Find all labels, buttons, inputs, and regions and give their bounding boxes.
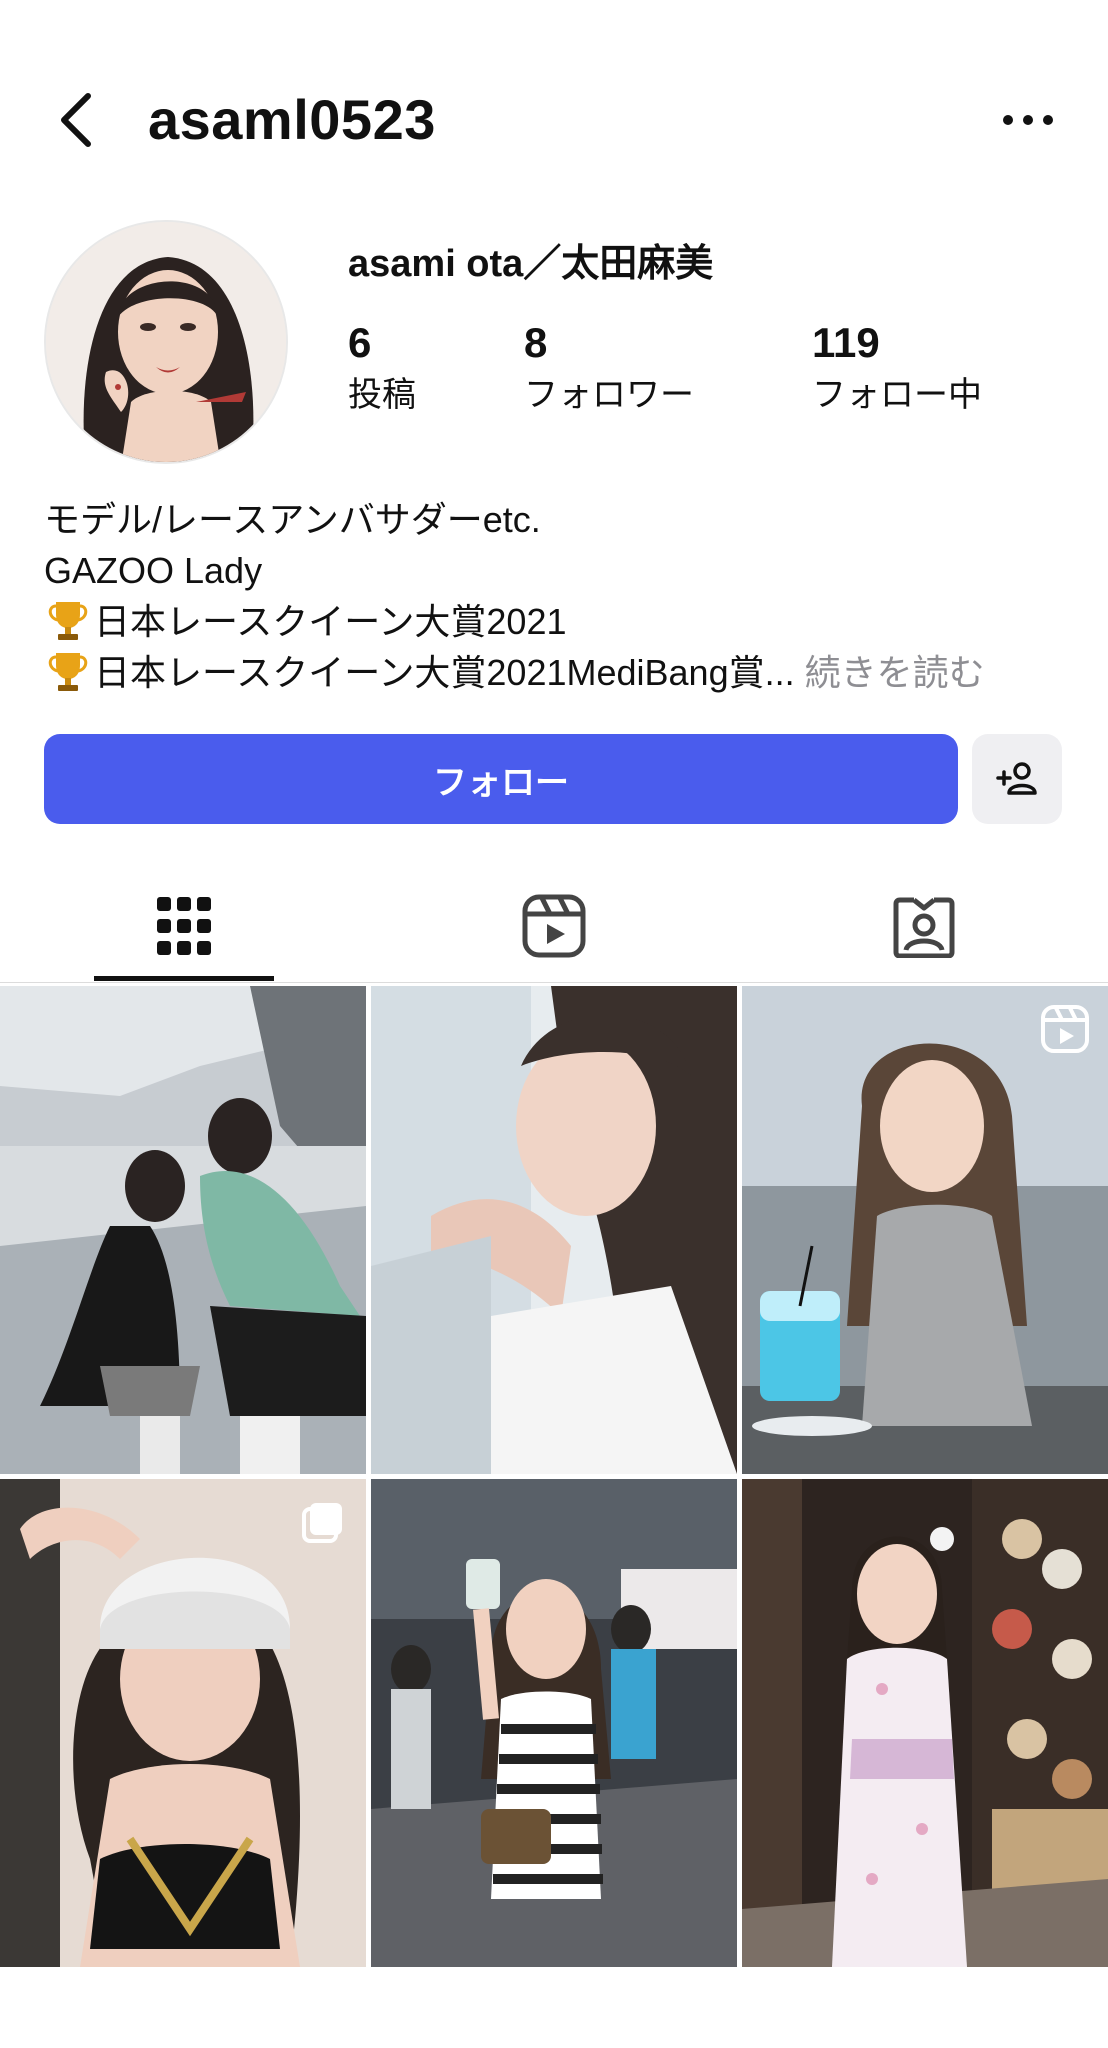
posts-count: 6 投稿	[348, 318, 416, 418]
reel-icon	[1041, 1005, 1089, 1053]
post-thumbnail[interactable]	[742, 1479, 1108, 1967]
post-image	[371, 1479, 737, 1967]
profile-bio: モデル/レースアンバサダーetc. GAZOO Lady 日本レースクイーン大賞…	[44, 494, 1074, 698]
more-options-button[interactable]	[998, 100, 1058, 140]
bio-text: 日本レースクイーン大賞2021	[94, 601, 567, 642]
display-name: asami ota／太田麻美	[348, 243, 714, 285]
trophy-icon	[48, 602, 88, 640]
stat-label: 投稿	[348, 376, 416, 414]
avatar[interactable]	[44, 220, 288, 464]
followers-count[interactable]: 8 フォロワー	[524, 318, 694, 418]
bio-line: 日本レースクイーン大賞2021	[44, 596, 1074, 647]
post-image	[0, 1479, 366, 1967]
profile-tabs	[0, 870, 1108, 983]
grid-icon	[157, 897, 211, 955]
ellipsis-icon	[1003, 115, 1053, 125]
bio-text: 日本レースクイーン大賞2021MediBang賞...	[94, 652, 795, 693]
follow-button[interactable]: フォロー	[44, 734, 958, 824]
tab-tagged[interactable]	[834, 870, 1014, 982]
post-thumbnail[interactable]	[371, 986, 737, 1474]
post-thumbnail[interactable]	[371, 1479, 737, 1967]
top-bar: asaml0523	[0, 70, 1108, 170]
stat-value: 119	[812, 319, 880, 366]
back-button[interactable]	[50, 88, 110, 152]
stat-label: フォロー中	[812, 376, 982, 414]
following-count[interactable]: 119 フォロー中	[812, 318, 982, 418]
suggest-accounts-button[interactable]	[972, 734, 1062, 824]
post-image	[742, 986, 1108, 1474]
chevron-left-icon	[61, 93, 91, 147]
tagged-person-icon	[893, 897, 955, 958]
post-image	[742, 1479, 1108, 1967]
bio-line: GAZOO Lady	[44, 550, 263, 591]
tab-reels[interactable]	[464, 870, 644, 982]
carousel-icon	[302, 1503, 342, 1543]
post-thumbnail[interactable]	[0, 986, 366, 1474]
reels-icon	[522, 894, 586, 958]
bio-line: 日本レースクイーン大賞2021MediBang賞... 続きを読む	[44, 647, 1074, 698]
post-thumbnail[interactable]	[742, 986, 1108, 1474]
avatar-image	[46, 222, 286, 462]
bio-line: モデル/レースアンバサダーetc.	[44, 499, 541, 540]
stat-value: 6	[348, 319, 372, 366]
post-thumbnail[interactable]	[0, 1479, 366, 1967]
trophy-icon	[48, 653, 88, 691]
stat-value: 8	[524, 319, 548, 366]
post-image	[371, 986, 737, 1474]
profile-username: asaml0523	[148, 88, 436, 151]
add-person-icon	[996, 762, 1037, 795]
read-more-link[interactable]: 続きを読む	[805, 652, 985, 693]
stat-label: フォロワー	[524, 376, 694, 414]
post-image	[0, 986, 366, 1474]
active-tab-indicator	[94, 976, 274, 981]
tab-posts[interactable]	[94, 870, 274, 982]
